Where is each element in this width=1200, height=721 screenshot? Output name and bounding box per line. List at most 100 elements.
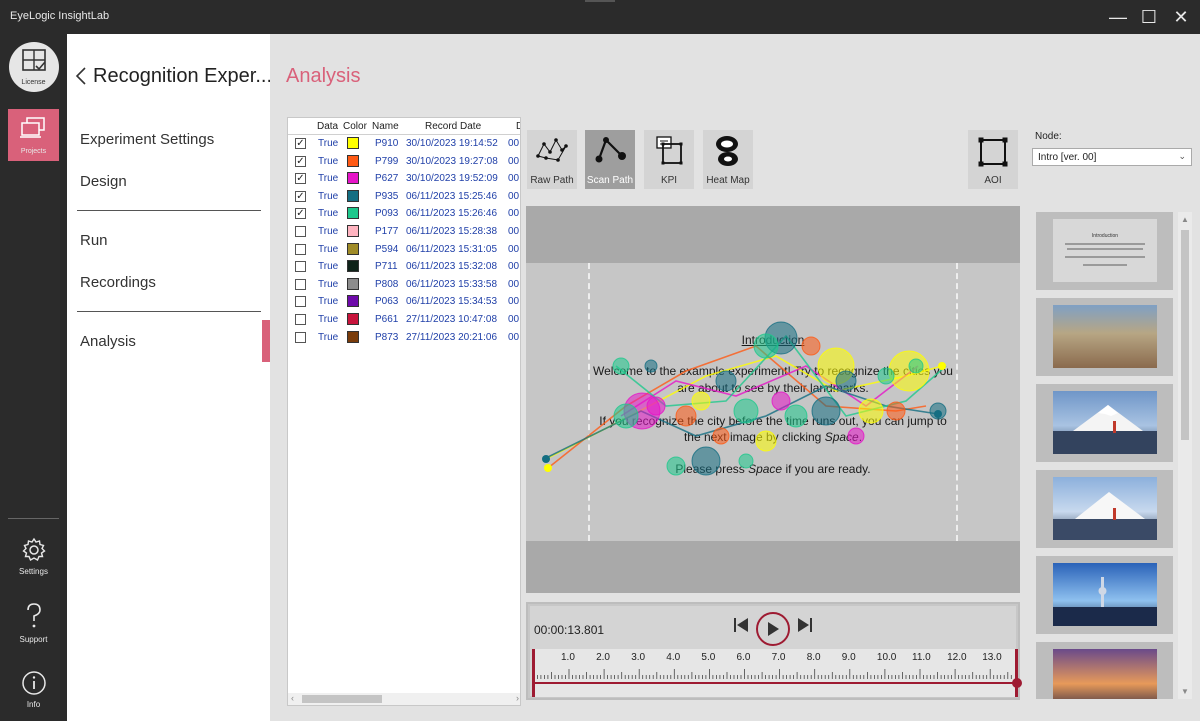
close-button[interactable]: ✕ [1166,4,1196,30]
row-color-swatch[interactable] [347,137,359,149]
nav-rail: License Projects Settings Support Info [0,34,67,721]
col-name[interactable]: Name [372,121,399,132]
row-color-swatch[interactable] [347,154,359,167]
maximize-button[interactable]: ☐ [1134,4,1164,30]
rail-divider [8,518,59,519]
row-color-swatch[interactable] [347,330,359,343]
row-color-swatch[interactable] [347,189,359,202]
row-color-swatch[interactable] [347,295,359,308]
row-name: P873 [375,331,399,343]
timeline-handle[interactable] [1012,678,1022,688]
nav-run[interactable]: Run [80,232,108,249]
row-checkbox[interactable] [295,278,306,290]
stimulus-view[interactable]: Introduction Welcome to the example expe… [526,206,1020,593]
rail-info[interactable]: Info [0,670,67,715]
skip-forward-icon[interactable] [796,616,814,639]
row-checkbox[interactable]: ✓ [295,173,306,185]
node-select[interactable]: Intro [ver. 00] ⌄ [1032,148,1192,166]
col-color[interactable]: Color [343,121,367,132]
raw-path-button[interactable]: Raw Path [527,130,577,189]
row-color-swatch[interactable] [347,172,359,185]
thumbnail-city-4[interactable] [1036,556,1173,634]
row-checkbox[interactable] [295,331,306,343]
scan-path-button[interactable]: Scan Path [585,130,635,189]
nav-recordings[interactable]: Recordings [80,274,156,291]
nav-analysis[interactable]: Analysis [80,333,136,350]
heat-map-button[interactable]: Heat Map [703,130,753,189]
row-checkbox[interactable] [295,261,306,273]
timeline-scrubber[interactable]: 1.0 2.0 3.0 4.0 5.0 6.0 7.0 8.0 9.0 10.0 11.0 12.0 1… [532,649,1022,697]
thumbnail-image [1053,649,1157,699]
col-duration[interactable]: D [516,121,520,132]
thumbnail-city-5[interactable] [1036,642,1173,699]
skip-back-icon[interactable] [732,616,750,639]
row-name: P711 [375,261,398,273]
row-checkbox[interactable]: ✓ [295,208,306,220]
row-color-swatch[interactable] [347,260,359,273]
row-data: True [318,226,339,237]
row-checkbox[interactable]: ✓ [295,155,306,167]
row-checkbox[interactable]: ✓ [295,138,306,149]
thumbnail-city-2[interactable] [1036,384,1173,462]
timeline-tick-label: 2.0 [596,652,610,663]
play-button[interactable] [756,612,790,646]
col-data[interactable]: Data [317,121,338,132]
row-data: True [318,208,339,220]
table-row[interactable]: ✓ True P935 06/11/2023 15:25:46 00: [288,188,520,206]
scroll-right-icon[interactable]: › [516,693,519,703]
nav-design[interactable]: Design [80,173,127,190]
table-row[interactable]: True P661 27/11/2023 10:47:08 00: [288,311,520,329]
row-checkbox[interactable]: ✓ [295,190,306,202]
scrollbar-thumb[interactable] [302,695,382,703]
row-duration: 00: [508,208,521,220]
rail-license[interactable]: License [0,42,67,97]
license-icon [21,49,46,71]
timeline-ruler [537,669,1012,679]
timeline-tick-label: 4.0 [666,652,681,663]
row-color-swatch[interactable] [347,225,359,237]
row-color-swatch[interactable] [347,313,359,325]
table-row[interactable]: True P873 27/11/2023 20:21:06 00: [288,329,520,347]
back-chevron-icon[interactable] [75,66,87,91]
row-record-date: 27/11/2023 10:47:08 [406,314,498,325]
row-name: P808 [375,278,399,290]
table-row[interactable]: True P177 06/11/2023 15:28:38 00: [288,223,520,241]
table-row[interactable]: ✓ True P910 30/10/2023 19:14:52 00: [288,135,520,153]
thumbnail-city-1[interactable] [1036,298,1173,376]
nav-experiment-settings[interactable]: Experiment Settings [80,131,214,148]
row-color-swatch[interactable] [347,242,359,255]
scroll-up-icon[interactable]: ▲ [1181,215,1189,224]
table-row[interactable]: True P063 06/11/2023 15:34:53 00: [288,293,520,311]
row-checkbox[interactable] [295,226,306,237]
rail-settings[interactable]: Settings [0,537,67,582]
aoi-button[interactable]: AOI [968,130,1018,189]
scroll-down-icon[interactable]: ▼ [1181,687,1189,696]
row-checkbox[interactable] [295,314,306,325]
col-record-date[interactable]: Record Date [425,121,481,132]
thumbnail-intro[interactable]: Introduction [1036,212,1173,290]
scrollbar-thumb[interactable] [1181,230,1189,440]
thumbnail-scrollbar[interactable]: ▲ ▼ [1178,212,1192,699]
horizontal-scrollbar[interactable]: ‹ › [288,693,520,705]
row-record-date: 06/11/2023 15:32:08 [406,261,498,273]
play-icon [768,622,779,636]
table-row[interactable]: ✓ True P627 30/10/2023 19:52:09 00: [288,170,520,188]
rail-support-label: Support [19,635,48,644]
rail-support[interactable]: Support [0,601,67,646]
row-color-swatch[interactable] [347,277,359,290]
kpi-label: KPI [660,175,678,186]
scroll-left-icon[interactable]: ‹ [291,693,294,703]
timeline-tick-label: 8.0 [806,652,821,663]
minimize-button[interactable]: — [1103,4,1133,30]
table-row[interactable]: ✓ True P799 30/10/2023 19:27:08 00: [288,153,520,171]
table-row[interactable]: True P711 06/11/2023 15:32:08 00: [288,258,520,276]
row-checkbox[interactable] [295,296,306,308]
table-row[interactable]: True P594 06/11/2023 15:31:05 00: [288,241,520,259]
table-row[interactable]: ✓ True P093 06/11/2023 15:26:46 00: [288,205,521,223]
kpi-button[interactable]: KPI [644,130,694,189]
table-row[interactable]: True P808 06/11/2023 15:33:58 00: [288,276,520,294]
thumbnail-city-3[interactable] [1036,470,1173,548]
row-color-swatch[interactable] [347,207,359,220]
rail-projects[interactable]: Projects [8,109,59,161]
row-checkbox[interactable] [295,243,306,255]
